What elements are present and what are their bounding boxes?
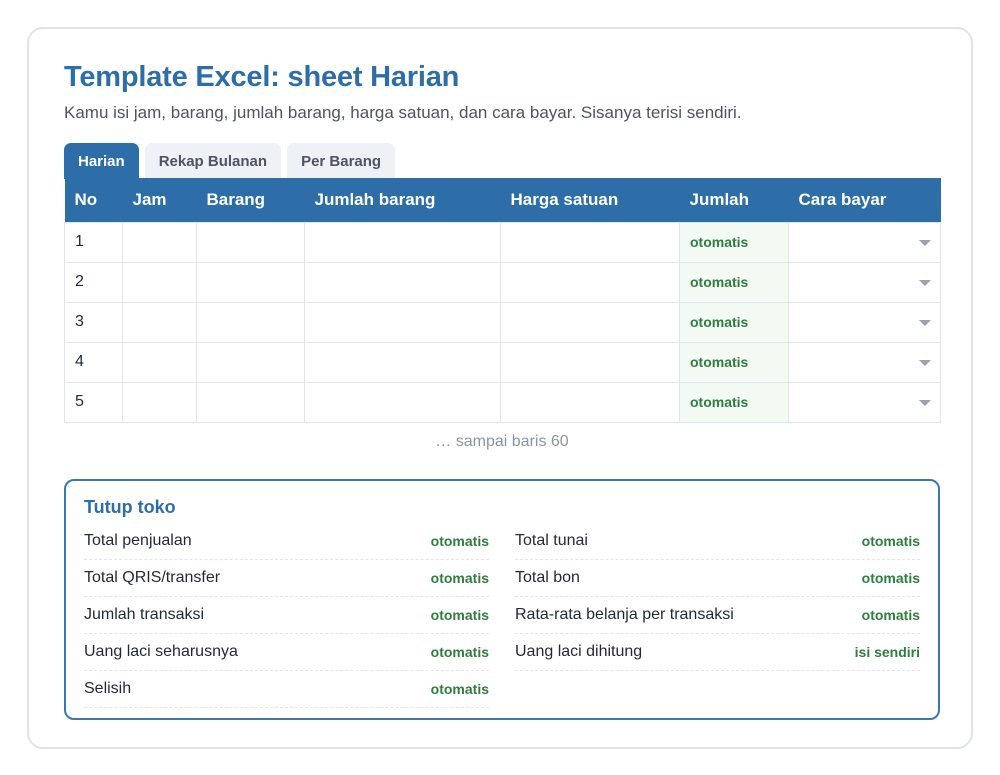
cell-jumlah: otomatis [679, 301, 789, 343]
cell-no: 3 [64, 301, 123, 343]
header-no: No [64, 178, 123, 222]
cell-jumlah: otomatis [679, 341, 789, 383]
cell-jumlah: otomatis [679, 381, 789, 423]
more-rows-note: … sampai baris 60 [435, 433, 569, 450]
table-row: 1 otomatis [64, 221, 941, 263]
summary-row: Total penjualan otomatis [84, 523, 489, 560]
summary-label: Selisih [84, 680, 132, 697]
cell-jumlah: otomatis [679, 221, 789, 263]
cell-jumlah-barang[interactable] [304, 381, 501, 423]
summary-label: Total bon [515, 569, 580, 586]
cell-jumlah-barang[interactable] [304, 261, 501, 303]
summary-value: otomatis [430, 570, 489, 586]
chevron-down-icon[interactable] [919, 239, 931, 246]
cell-barang[interactable] [196, 261, 305, 303]
table-row: 4 otomatis [64, 341, 941, 383]
cell-jam[interactable] [122, 341, 197, 383]
chevron-down-icon[interactable] [919, 319, 931, 326]
cell-jam[interactable] [122, 381, 197, 423]
cell-harga-satuan[interactable] [500, 301, 680, 343]
cell-jumlah-barang[interactable] [304, 301, 501, 343]
header-jumlah: Jumlah [679, 178, 789, 222]
header-cara-bayar: Cara bayar [788, 178, 941, 222]
summary-title: Tutup toko [84, 497, 176, 517]
cell-harga-satuan[interactable] [500, 341, 680, 383]
cell-harga-satuan[interactable] [500, 221, 680, 263]
tab-rekap-bulanan[interactable]: Rekap Bulanan [144, 143, 282, 179]
cell-jam[interactable] [122, 301, 197, 343]
cell-jumlah-barang[interactable] [304, 341, 501, 383]
summary-value: isi sendiri [854, 644, 920, 660]
header-jam: Jam [122, 178, 197, 222]
summary-label: Uang laci dihitung [515, 643, 643, 660]
cell-jumlah-barang[interactable] [304, 221, 501, 263]
summary-value: otomatis [430, 607, 489, 623]
cara-bayar-dropdown[interactable] [788, 221, 941, 263]
page-subtitle: Kamu isi jam, barang, jumlah barang, har… [64, 103, 742, 122]
page-title: Template Excel: sheet Harian [64, 61, 460, 93]
table-row: 2 otomatis [64, 261, 941, 303]
cell-jam[interactable] [122, 221, 197, 263]
cara-bayar-dropdown[interactable] [788, 261, 941, 303]
header-barang: Barang [196, 178, 305, 222]
header-jumlah-barang: Jumlah barang [304, 178, 501, 222]
cara-bayar-dropdown[interactable] [788, 341, 941, 383]
cell-no: 5 [64, 381, 123, 423]
summary-label: Jumlah transaksi [84, 606, 205, 623]
cell-barang[interactable] [196, 301, 305, 343]
summary-label: Total QRIS/transfer [84, 569, 221, 586]
summary-label: Total tunai [515, 532, 588, 549]
summary-row: Uang laci dihitung isi sendiri [515, 634, 920, 671]
cell-no: 4 [64, 341, 123, 383]
header-harga-satuan: Harga satuan [500, 178, 680, 222]
cell-barang[interactable] [196, 341, 305, 383]
chevron-down-icon[interactable] [919, 399, 931, 406]
template-card: Template Excel: sheet Harian Kamu isi ja… [27, 27, 973, 749]
summary-label: Uang laci seharusnya [84, 643, 238, 660]
summary-row: Total tunai otomatis [515, 523, 920, 560]
tab-harian[interactable]: Harian [64, 143, 139, 179]
table-row: 5 otomatis [64, 381, 941, 423]
cell-barang[interactable] [196, 221, 305, 263]
summary-value: otomatis [430, 533, 489, 549]
cell-barang[interactable] [196, 381, 305, 423]
cell-no: 2 [64, 261, 123, 303]
cara-bayar-dropdown[interactable] [788, 301, 941, 343]
summary-row: Jumlah transaksi otomatis [84, 597, 489, 634]
summary-label: Total penjualan [84, 532, 192, 549]
summary-row: Rata-rata belanja per transaksi otomatis [515, 597, 920, 634]
summary-value: otomatis [430, 644, 489, 660]
summary-label: Rata-rata belanja per transaksi [515, 606, 734, 623]
tutup-toko-panel: Tutup toko Total penjualan otomatis Tota… [64, 479, 940, 720]
summary-value: otomatis [861, 533, 920, 549]
cell-no: 1 [64, 221, 123, 263]
summary-row: Selisih otomatis [84, 671, 489, 708]
cell-harga-satuan[interactable] [500, 381, 680, 423]
summary-row: Total bon otomatis [515, 560, 920, 597]
summary-right-column: Total tunai otomatis Total bon otomatis … [515, 523, 920, 671]
chevron-down-icon[interactable] [919, 279, 931, 286]
summary-row: Uang laci seharusnya otomatis [84, 634, 489, 671]
tab-per-barang[interactable]: Per Barang [287, 143, 396, 179]
summary-row: Total QRIS/transfer otomatis [84, 560, 489, 597]
cell-jam[interactable] [122, 261, 197, 303]
cell-jumlah: otomatis [679, 261, 789, 303]
summary-value: otomatis [430, 681, 489, 697]
table-row: 3 otomatis [64, 301, 941, 343]
chevron-down-icon[interactable] [919, 359, 931, 366]
cara-bayar-dropdown[interactable] [788, 381, 941, 423]
summary-value: otomatis [861, 570, 920, 586]
sheet-tabs: Harian Rekap Bulanan Per Barang [64, 143, 396, 179]
table-header-row: No Jam Barang Jumlah barang Harga satuan… [64, 178, 941, 222]
summary-value: otomatis [861, 607, 920, 623]
harian-table: No Jam Barang Jumlah barang Harga satuan… [64, 178, 941, 423]
cell-harga-satuan[interactable] [500, 261, 680, 303]
summary-left-column: Total penjualan otomatis Total QRIS/tran… [84, 523, 489, 708]
